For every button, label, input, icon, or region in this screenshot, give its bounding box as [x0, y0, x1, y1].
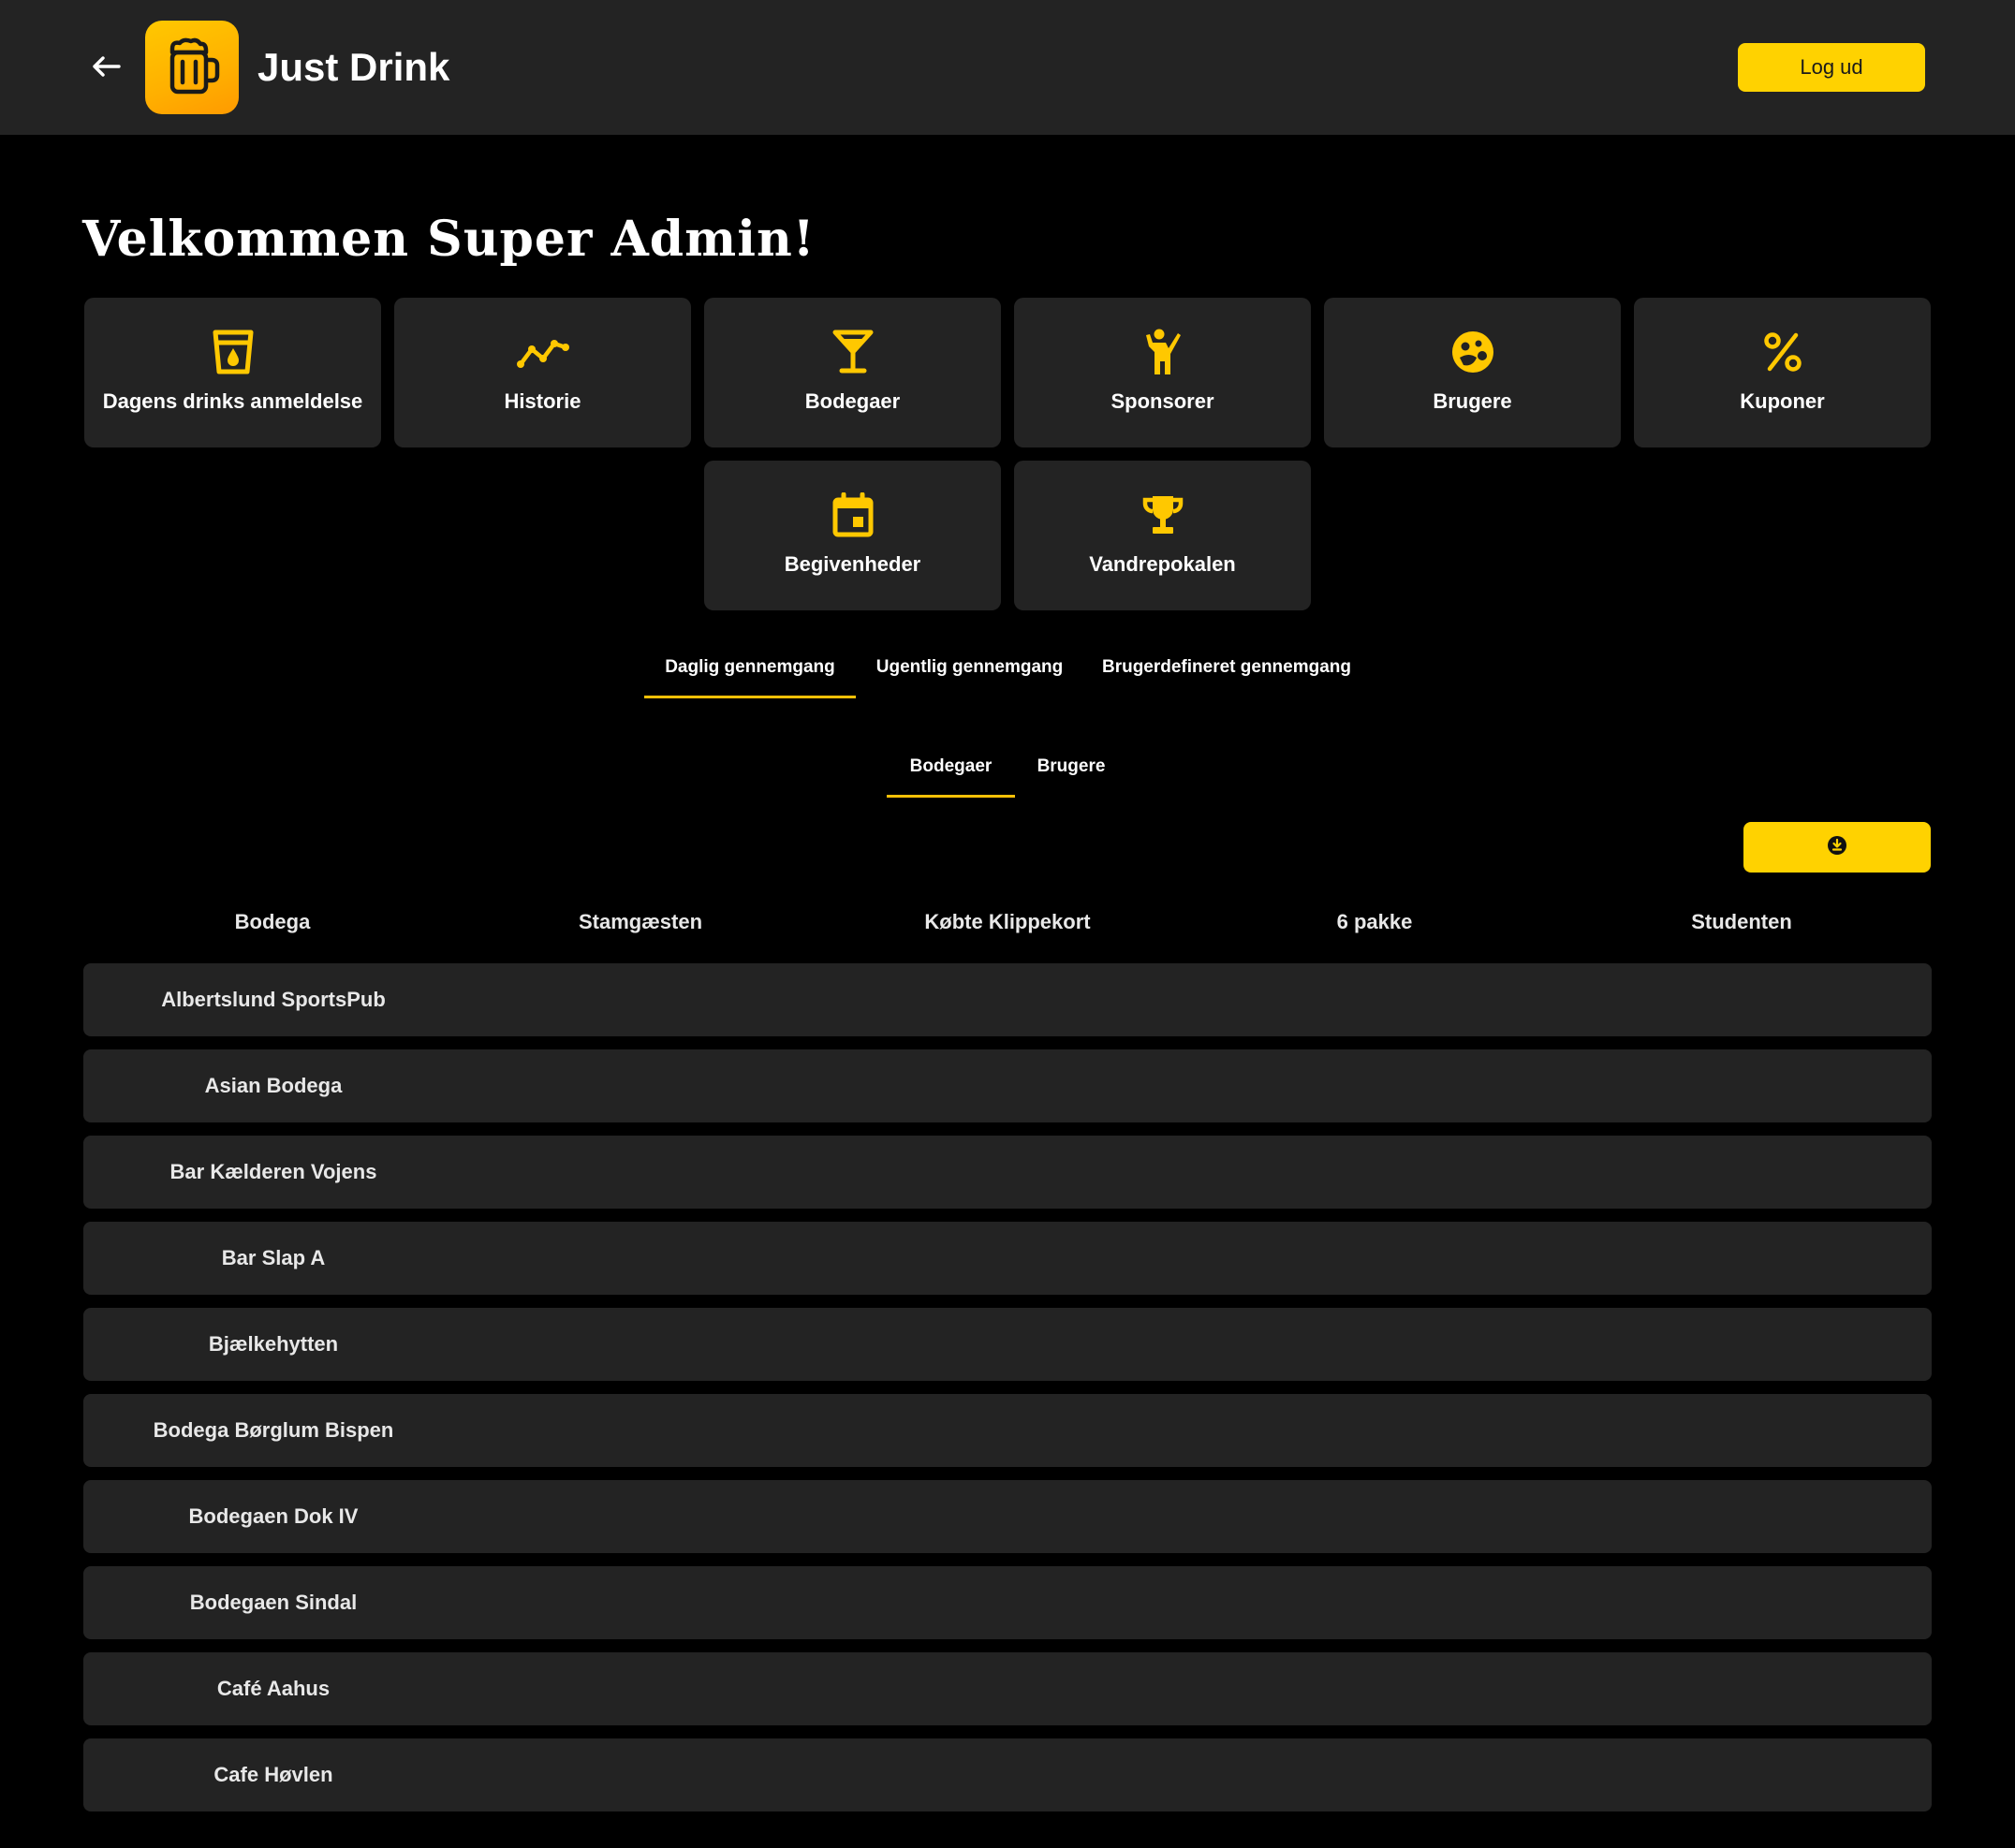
bar-name: Bodegaen Dok IV: [188, 1504, 359, 1528]
tile-label: Vandrepokalen: [1089, 552, 1236, 576]
table-row[interactable]: Cafe Høvlen: [83, 1738, 1932, 1811]
table-row[interactable]: Albertslund SportsPub: [83, 963, 1932, 1036]
table-row[interactable]: Bodegaen Dok IV: [83, 1480, 1932, 1553]
app-title: Just Drink: [257, 45, 450, 89]
tab-bars[interactable]: Bodegaer: [887, 736, 1015, 798]
tab-custom-review[interactable]: Brugerdefineret gennemgang: [1083, 637, 1370, 698]
percent-icon: [1757, 326, 1809, 378]
users-face-icon: [1447, 326, 1499, 378]
drink-review-icon: [207, 326, 259, 378]
bar-name: Café Aahus: [216, 1677, 331, 1700]
bar-name: Cafe Høvlen: [213, 1763, 333, 1786]
tile-history[interactable]: Historie: [394, 298, 691, 447]
page-title: Velkommen Super Admin!: [82, 211, 816, 268]
table-row[interactable]: Bar Kælderen Vojens: [83, 1136, 1932, 1209]
download-button[interactable]: [1743, 822, 1931, 873]
tile-drink-review[interactable]: Dagens drinks anmeldelse: [84, 298, 381, 447]
bar-name: Albertslund SportsPub: [161, 988, 386, 1011]
tile-label: Brugere: [1433, 389, 1512, 413]
tile-coupons[interactable]: Kuponer: [1634, 298, 1931, 447]
bar-name: Bodegaen Sindal: [189, 1591, 358, 1614]
column-header-student: Studenten: [1691, 910, 1792, 933]
column-header-bodega: Bodega: [234, 910, 311, 933]
cocktail-glass-icon: [827, 326, 879, 378]
table-row[interactable]: Bodegaen Sindal: [83, 1566, 1932, 1639]
tile-trophy[interactable]: Vandrepokalen: [1014, 461, 1311, 610]
tile-events[interactable]: Begivenheder: [704, 461, 1001, 610]
column-header-regular-guest: Stamgæsten: [578, 910, 703, 933]
bar-name: Bjælkehytten: [208, 1332, 339, 1356]
tile-label: Bodegaer: [804, 389, 901, 413]
history-chart-icon: [516, 326, 569, 378]
table-row[interactable]: Café Aahus: [83, 1652, 1932, 1725]
bar-name: Asian Bodega: [204, 1074, 343, 1097]
table-row[interactable]: Bodega Børglum Bispen: [83, 1394, 1932, 1467]
bar-name: Bar Slap A: [221, 1246, 326, 1269]
tile-label: Sponsorer: [1110, 389, 1214, 413]
person-waving-icon: [1137, 326, 1189, 378]
beer-mug-logo-icon: [145, 21, 239, 114]
tab-daily-review[interactable]: Daglig gennemgang: [644, 637, 856, 698]
calendar-icon: [827, 489, 879, 541]
column-header-punch-cards: Købte Klippekort: [924, 910, 1091, 933]
download-icon: [1827, 835, 1847, 860]
logout-button[interactable]: Log ud: [1738, 43, 1925, 92]
column-header-six-pack: 6 pakke: [1336, 910, 1413, 933]
tile-sponsors[interactable]: Sponsorer: [1014, 298, 1311, 447]
back-arrow-icon[interactable]: [86, 47, 125, 86]
tile-label: Historie: [504, 389, 581, 413]
tile-bars[interactable]: Bodegaer: [704, 298, 1001, 447]
table-row[interactable]: Asian Bodega: [83, 1049, 1932, 1122]
tab-users[interactable]: Brugere: [1015, 736, 1127, 798]
tile-label: Kuponer: [1740, 389, 1825, 413]
tile-label: Dagens drinks anmeldelse: [102, 389, 363, 413]
tile-users[interactable]: Brugere: [1324, 298, 1621, 447]
bar-name: Bar Kælderen Vojens: [169, 1160, 377, 1183]
trophy-icon: [1137, 489, 1189, 541]
table-row[interactable]: Bjælkehytten: [83, 1308, 1932, 1381]
bar-name: Bodega Børglum Bispen: [153, 1418, 394, 1442]
top-bar: Just Drink Log ud: [0, 0, 2015, 135]
tab-weekly-review[interactable]: Ugentlig gennemgang: [856, 637, 1083, 698]
table-row[interactable]: Bar Slap A: [83, 1222, 1932, 1295]
tile-label: Begivenheder: [784, 552, 921, 576]
